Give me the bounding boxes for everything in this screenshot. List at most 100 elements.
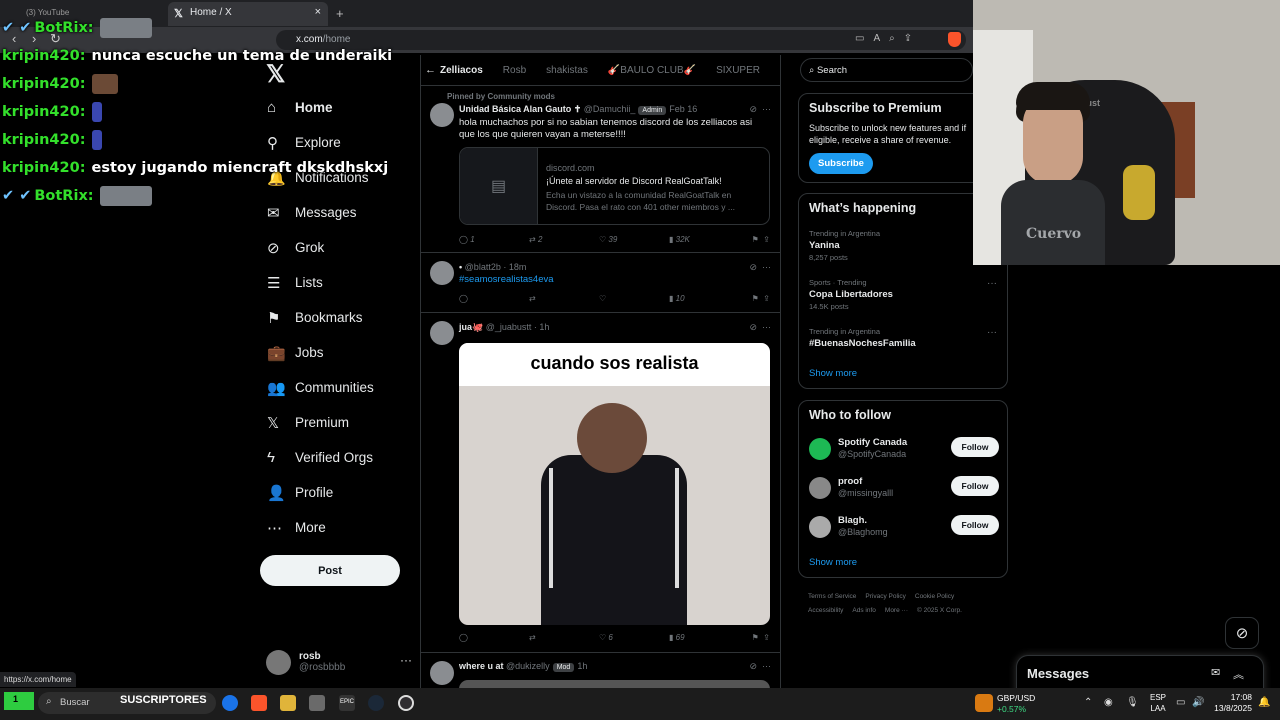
footer-link[interactable]: Accessibility [808,607,843,614]
post-time[interactable]: 18m [509,262,527,272]
author-handle[interactable]: @Damuchii_ [584,104,636,114]
repost-button[interactable]: ⇄ [529,294,599,303]
author-handle[interactable]: @blatt2b [465,262,501,272]
app-icon[interactable] [309,695,325,711]
avatar[interactable] [430,261,454,285]
post-time[interactable]: Feb 16 [669,104,697,114]
link-card[interactable]: ▤ discord.com ¡Únete al servidor de Disc… [459,147,770,225]
views-button[interactable]: ▮ 69 [669,633,739,642]
post-actions[interactable]: ⊘ ··· [749,262,771,273]
post-actions[interactable]: ⊘ ··· [749,661,771,672]
folder-icon[interactable] [280,695,296,711]
more-dots-icon[interactable]: ··· [987,278,997,289]
obs-icon[interactable] [398,695,414,711]
collapse-icon[interactable]: ︽ [1233,666,1244,682]
tab-shakistas[interactable]: shakistas [546,65,588,76]
subscribe-button[interactable]: Subscribe [809,153,873,174]
author-handle[interactable]: @dukizelly [506,661,550,671]
brave-icon[interactable] [251,695,267,711]
bookmark-share-icons[interactable]: ⚑ ⇪ [752,294,770,303]
grok-icon[interactable]: ⊘ [1225,617,1259,649]
author-name[interactable]: where u at [459,661,504,671]
author-name[interactable]: jua🐙 [459,322,483,332]
footer-link[interactable]: Cookie Policy [915,593,954,600]
sidebar-item-jobs[interactable]: 💼 Jobs [262,335,412,370]
footer-link[interactable]: Privacy Policy [865,593,905,600]
epic-games-icon[interactable]: EPIC [339,695,355,711]
clock[interactable]: 17:08 13/8/2025 [1210,692,1252,714]
sidebar-item-verified-orgs[interactable]: ϟ Verified Orgs [262,440,412,475]
author-name[interactable]: • [459,262,462,272]
footer-link[interactable]: Terms of Service [808,593,856,600]
follow-suggestion[interactable]: Blagh. @Blaghomg Follow [809,513,999,543]
url-bar-tools[interactable]: ▭A⌕⇪ [855,33,921,44]
start-button[interactable]: 1 [4,692,34,710]
more-dots-icon[interactable]: ··· [987,327,997,338]
microphone-icon[interactable]: 🎙 [1126,697,1139,708]
sidebar-item-premium[interactable]: 𝕏 Premium [262,405,412,440]
post-actions[interactable]: ⊘ ··· [749,322,771,333]
back-arrow-icon[interactable]: ← [421,64,440,76]
sidebar-item-more[interactable]: ⋯ More [262,510,412,545]
follow-suggestion[interactable]: proof @missingyalll Follow [809,474,999,504]
post-image[interactable]: cuando sos realista [459,343,770,625]
fx-widget[interactable]: GBP/USD +0.57% [975,690,1075,718]
author-name[interactable]: Unidad Básica Alan Gauto ✝ [459,104,581,114]
volume-icon[interactable]: 🔊 [1192,697,1204,708]
account-switcher[interactable]: rosb @rosbbbb ··· [266,647,416,677]
network-icon[interactable]: ▭ [1176,697,1185,708]
avatar[interactable] [430,103,454,127]
bookmark-share-icons[interactable]: ⚑ ⇪ [752,633,770,642]
brave-shield-icon[interactable] [948,32,961,47]
new-message-icon[interactable]: ✉ [1211,666,1220,679]
steam-icon[interactable] [368,695,384,711]
follow-button[interactable]: Follow [951,437,999,457]
search-input[interactable]: ⌕ Search [800,58,973,82]
post[interactable]: Pinned by Community mods Unidad Básica A… [421,87,780,253]
post-time[interactable]: 1h [577,661,587,671]
like-button[interactable]: ♡ 39 [599,235,669,244]
show-more-link[interactable]: Show more [809,368,857,379]
sidebar-item-lists[interactable]: ☰ Lists [262,265,412,300]
bookmark-share-icons[interactable]: ⚑ ⇪ [752,235,770,244]
follow-button[interactable]: Follow [951,476,999,496]
chevron-up-icon[interactable]: ⌃ [1084,697,1092,708]
notification-bell-icon[interactable]: 🔔 [1258,697,1270,708]
show-more-link[interactable]: Show more [809,557,857,568]
sidebar-item-profile[interactable]: 👤 Profile [262,475,412,510]
views-button[interactable]: ▮ 10 [669,294,739,303]
avatar[interactable] [430,661,454,685]
sidebar-item-grok[interactable]: ⊘ Grok [262,230,412,265]
reply-button[interactable]: ◯ 1 [459,235,529,244]
post-actions[interactable]: ⊘ ··· [749,104,771,115]
sidebar-item-communities[interactable]: 👥 Communities [262,370,412,405]
trend-item[interactable]: Trending in Argentina Yanina 8,257 posts [809,229,999,262]
tab-rosb[interactable]: Rosb [503,65,526,76]
like-button[interactable]: ♡ [599,294,669,303]
repost-button[interactable]: ⇄ 2 [529,235,599,244]
more-dots-icon[interactable]: ··· [400,653,412,667]
repost-button[interactable]: ⇄ [529,633,599,642]
avatar[interactable] [430,321,454,345]
trend-item[interactable]: Trending in Argentina #BuenasNochesFamil… [809,327,999,349]
author-handle[interactable]: @_juabustt [486,322,532,332]
hashtag-link[interactable]: #seamosrealistas4eva [459,274,769,286]
reply-button[interactable]: ◯ [459,633,529,642]
reply-button[interactable]: ◯ [459,294,529,303]
tab-baulo-club[interactable]: 🎸BAULO CLUB🎸 [608,65,696,76]
like-button[interactable]: ♡ 6 [599,633,669,642]
post[interactable]: jua🐙 @_juabustt · 1h ⊘ ··· cuando sos re… [421,313,780,653]
trend-item[interactable]: Sports · Trending Copa Libertadores 14.5… [809,278,999,311]
tab-zelliacos[interactable]: Zelliacos [440,65,483,76]
post[interactable]: • @blatt2b · 18m ⊘ ··· #seamosrealistas4… [421,253,780,313]
follow-button[interactable]: Follow [951,515,999,535]
footer-link[interactable]: More ··· [885,607,908,614]
views-button[interactable]: ▮ 32K [669,235,739,244]
follow-suggestion[interactable]: Spotify Canada @SpotifyCanada Follow [809,435,999,465]
post-button[interactable]: Post [260,555,400,586]
chrome-icon[interactable] [222,695,238,711]
discord-icon[interactable]: ◉ [1104,697,1113,708]
post-time[interactable]: 1h [539,322,549,332]
sidebar-item-bookmarks[interactable]: ⚑ Bookmarks [262,300,412,335]
language-indicator[interactable]: ESP LAA [1150,692,1166,714]
